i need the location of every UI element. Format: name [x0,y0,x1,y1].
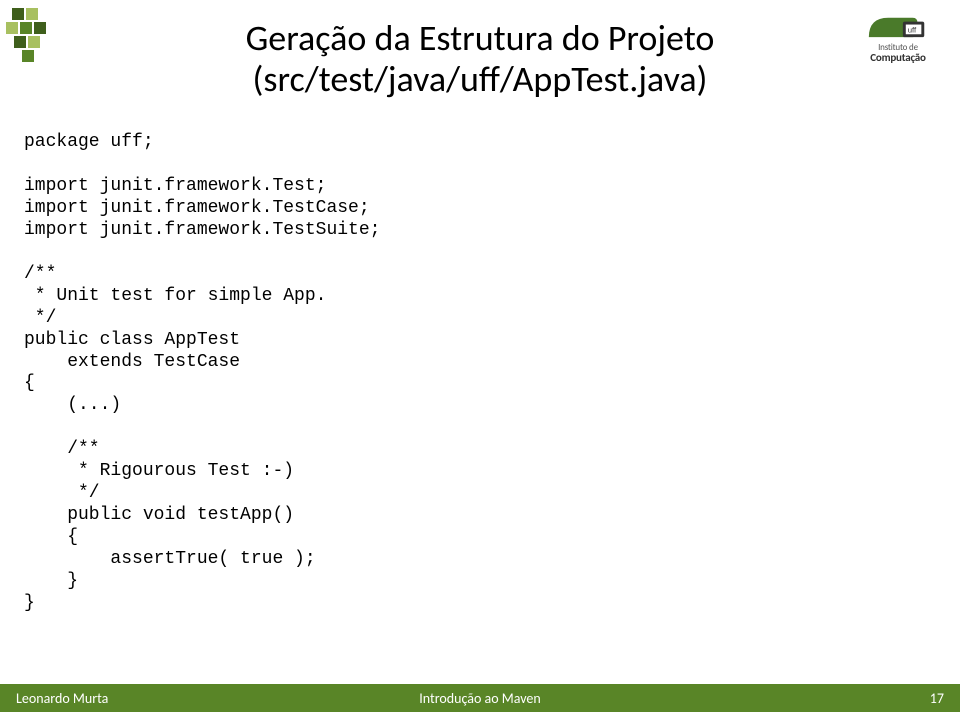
footer-bar: Leonardo Murta Introdução ao Maven 17 [0,684,960,712]
slide-title: Geração da Estrutura do Projeto (src/tes… [0,18,960,101]
footer-author: Leonardo Murta [16,690,108,707]
slide: uff Instituto de Computação Geração da E… [0,0,960,712]
title-line-2: (src/test/java/uff/AppTest.java) [253,57,708,101]
title-line-1: Geração da Estrutura do Projeto [246,16,715,60]
footer-title: Introdução ao Maven [0,690,960,707]
code-block: package uff; import junit.framework.Test… [24,132,936,615]
footer-page-number: 17 [930,690,944,707]
